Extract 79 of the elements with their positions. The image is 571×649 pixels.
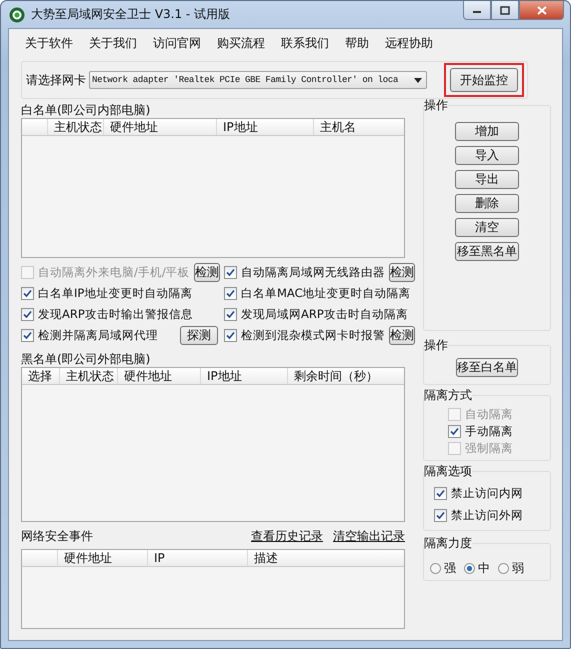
menu-item[interactable]: 购买流程 [209, 35, 273, 53]
checkbox[interactable] [434, 486, 447, 500]
column-header: IP地址 [201, 368, 288, 384]
detect-button[interactable]: 检测 [389, 326, 415, 345]
option-label: 禁止访问外网 [451, 508, 523, 522]
column-header: 主机名 [319, 119, 357, 135]
radio-label: 弱 [512, 560, 524, 577]
detect-button[interactable]: 检测 [389, 263, 415, 282]
column-header: 硬件地址 [104, 119, 217, 135]
checkbox[interactable] [21, 308, 34, 321]
group-title: 隔离力度 [424, 535, 472, 552]
column-header: 硬件地址 [58, 550, 148, 566]
minimize-button[interactable] [463, 1, 491, 20]
checkbox[interactable] [21, 329, 34, 342]
checkbox[interactable] [448, 425, 461, 438]
adapter-label: 请选择网卡 [26, 72, 86, 88]
radio-button[interactable] [464, 563, 475, 574]
option-label: 强制隔离 [465, 441, 513, 456]
action-button[interactable]: 移至白名单 [456, 358, 518, 377]
menu-item[interactable]: 联系我们 [273, 35, 337, 53]
link[interactable]: 清空输出记录 [333, 528, 405, 545]
option-label: 白名单MAC地址变更时自动隔离 [241, 286, 411, 301]
checkbox[interactable] [224, 266, 237, 279]
menu-item[interactable]: 关于我们 [81, 35, 145, 53]
checkbox[interactable] [21, 287, 34, 300]
column-header: 选择 [22, 368, 60, 384]
menu-item[interactable]: 远程协助 [377, 35, 441, 53]
option-label: 手动隔离 [465, 424, 513, 439]
radio-button[interactable] [498, 563, 509, 574]
close-button[interactable] [519, 1, 564, 20]
option-label: 检测到混杂模式网卡时报警 [241, 328, 385, 343]
option-label: 自动隔离外来电脑/手机/平板 [38, 265, 190, 280]
link[interactable]: 查看历史记录 [251, 528, 323, 545]
checkbox[interactable] [434, 508, 447, 522]
radio-label: 强 [444, 560, 456, 577]
close-icon [536, 6, 546, 14]
radio-label: 中 [478, 560, 490, 577]
dropdown-arrow-icon [414, 78, 422, 82]
group-title: 隔离选项 [424, 463, 472, 480]
menu-item[interactable]: 帮助 [337, 35, 377, 53]
option-label: 自动隔离 [465, 407, 513, 422]
group-title: 操作 [424, 337, 448, 354]
action-button[interactable]: 导入 [455, 146, 519, 165]
menu-item[interactable]: 关于软件 [17, 35, 81, 53]
option-label: 禁止访问内网 [451, 486, 523, 500]
checkbox[interactable] [224, 308, 237, 321]
window-title: 大势至局域网安全卫士 V3.1 - 试用版 [31, 6, 230, 23]
column-header: IP地址 [217, 119, 314, 135]
app-icon [9, 6, 25, 22]
option-label: 白名单IP地址变更时自动隔离 [38, 286, 192, 301]
start-monitor-button[interactable]: 开始监控 [450, 68, 518, 92]
action-button[interactable]: 移至黑名单 [455, 242, 519, 261]
checkbox[interactable] [224, 287, 237, 300]
radio-button[interactable] [430, 563, 441, 574]
maximize-button[interactable] [491, 1, 519, 20]
column-header: IP [148, 550, 248, 566]
action-button[interactable]: 清空 [455, 218, 519, 237]
column-header: 剩余时间（秒） [293, 368, 379, 384]
adapter-dropdown[interactable]: Network adapter 'Realtek PCIe GBE Family Controller' on loca [89, 71, 427, 89]
column-header: 描述 [253, 550, 279, 566]
section-title: 白名单(即公司内部电脑) [21, 102, 152, 118]
section-title: 网络安全事件 [21, 528, 93, 545]
section-title: 黑名单(即公司外部电脑) [21, 351, 152, 367]
column-header: 硬件地址 [118, 368, 201, 384]
column-header: 主机状态 [48, 119, 104, 135]
group-title: 隔离方式 [424, 387, 472, 404]
detect-button[interactable]: 探测 [180, 326, 218, 345]
option-label: 发现局域网ARP攻击时自动隔离 [241, 307, 408, 322]
group-title: 操作 [424, 97, 448, 114]
option-label: 发现ARP攻击时输出警报信息 [38, 307, 193, 322]
option-label: 自动隔离局域网无线路由器 [241, 265, 385, 280]
column-header: 主机状态 [60, 368, 118, 384]
maximize-icon [500, 6, 510, 14]
checkbox[interactable] [224, 329, 237, 342]
menu-item[interactable]: 访问官网 [145, 35, 209, 53]
action-button[interactable]: 删除 [455, 194, 519, 213]
action-button[interactable]: 导出 [455, 170, 519, 189]
action-button[interactable]: 增加 [455, 122, 519, 141]
option-label: 检测并隔离局域网代理 [38, 328, 158, 343]
